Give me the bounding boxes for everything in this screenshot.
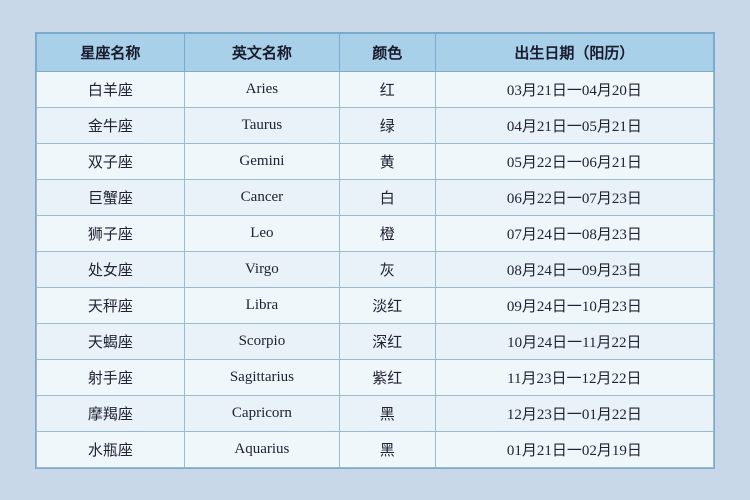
cell-row6-col2: 淡红: [339, 287, 435, 323]
cell-row4-col1: Leo: [184, 215, 339, 251]
cell-row7-col3: 10月24日一11月22日: [435, 323, 713, 359]
table-body: 白羊座Aries红03月21日一04月20日金牛座Taurus绿04月21日一0…: [37, 71, 714, 467]
table-row: 天秤座Libra淡红09月24日一10月23日: [37, 287, 714, 323]
cell-row3-col0: 巨蟹座: [37, 179, 185, 215]
table-header-row: 星座名称英文名称颜色出生日期（阳历）: [37, 33, 714, 71]
cell-row10-col0: 水瓶座: [37, 431, 185, 467]
cell-row2-col2: 黄: [339, 143, 435, 179]
header-col-2: 颜色: [339, 33, 435, 71]
cell-row9-col1: Capricorn: [184, 395, 339, 431]
cell-row0-col0: 白羊座: [37, 71, 185, 107]
cell-row10-col3: 01月21日一02月19日: [435, 431, 713, 467]
table-row: 白羊座Aries红03月21日一04月20日: [37, 71, 714, 107]
cell-row4-col2: 橙: [339, 215, 435, 251]
table-row: 金牛座Taurus绿04月21日一05月21日: [37, 107, 714, 143]
cell-row8-col1: Sagittarius: [184, 359, 339, 395]
table-row: 摩羯座Capricorn黑12月23日一01月22日: [37, 395, 714, 431]
cell-row5-col3: 08月24日一09月23日: [435, 251, 713, 287]
table-row: 狮子座Leo橙07月24日一08月23日: [37, 215, 714, 251]
cell-row7-col0: 天蝎座: [37, 323, 185, 359]
cell-row3-col2: 白: [339, 179, 435, 215]
cell-row2-col1: Gemini: [184, 143, 339, 179]
table-row: 天蝎座Scorpio深红10月24日一11月22日: [37, 323, 714, 359]
cell-row9-col3: 12月23日一01月22日: [435, 395, 713, 431]
cell-row5-col0: 处女座: [37, 251, 185, 287]
cell-row2-col3: 05月22日一06月21日: [435, 143, 713, 179]
cell-row6-col0: 天秤座: [37, 287, 185, 323]
cell-row0-col1: Aries: [184, 71, 339, 107]
cell-row0-col2: 红: [339, 71, 435, 107]
cell-row10-col2: 黑: [339, 431, 435, 467]
cell-row4-col3: 07月24日一08月23日: [435, 215, 713, 251]
cell-row8-col0: 射手座: [37, 359, 185, 395]
cell-row9-col0: 摩羯座: [37, 395, 185, 431]
cell-row1-col2: 绿: [339, 107, 435, 143]
cell-row1-col0: 金牛座: [37, 107, 185, 143]
cell-row7-col2: 深红: [339, 323, 435, 359]
cell-row9-col2: 黑: [339, 395, 435, 431]
zodiac-table-container: 星座名称英文名称颜色出生日期（阳历） 白羊座Aries红03月21日一04月20…: [35, 32, 715, 469]
cell-row3-col3: 06月22日一07月23日: [435, 179, 713, 215]
zodiac-table: 星座名称英文名称颜色出生日期（阳历） 白羊座Aries红03月21日一04月20…: [36, 33, 714, 468]
cell-row3-col1: Cancer: [184, 179, 339, 215]
table-row: 水瓶座Aquarius黑01月21日一02月19日: [37, 431, 714, 467]
table-row: 双子座Gemini黄05月22日一06月21日: [37, 143, 714, 179]
header-col-0: 星座名称: [37, 33, 185, 71]
cell-row0-col3: 03月21日一04月20日: [435, 71, 713, 107]
cell-row8-col2: 紫红: [339, 359, 435, 395]
cell-row6-col1: Libra: [184, 287, 339, 323]
cell-row6-col3: 09月24日一10月23日: [435, 287, 713, 323]
header-col-1: 英文名称: [184, 33, 339, 71]
cell-row2-col0: 双子座: [37, 143, 185, 179]
cell-row1-col1: Taurus: [184, 107, 339, 143]
table-row: 处女座Virgo灰08月24日一09月23日: [37, 251, 714, 287]
table-row: 射手座Sagittarius紫红11月23日一12月22日: [37, 359, 714, 395]
cell-row5-col2: 灰: [339, 251, 435, 287]
cell-row5-col1: Virgo: [184, 251, 339, 287]
cell-row7-col1: Scorpio: [184, 323, 339, 359]
cell-row1-col3: 04月21日一05月21日: [435, 107, 713, 143]
header-col-3: 出生日期（阳历）: [435, 33, 713, 71]
cell-row10-col1: Aquarius: [184, 431, 339, 467]
cell-row8-col3: 11月23日一12月22日: [435, 359, 713, 395]
cell-row4-col0: 狮子座: [37, 215, 185, 251]
table-row: 巨蟹座Cancer白06月22日一07月23日: [37, 179, 714, 215]
